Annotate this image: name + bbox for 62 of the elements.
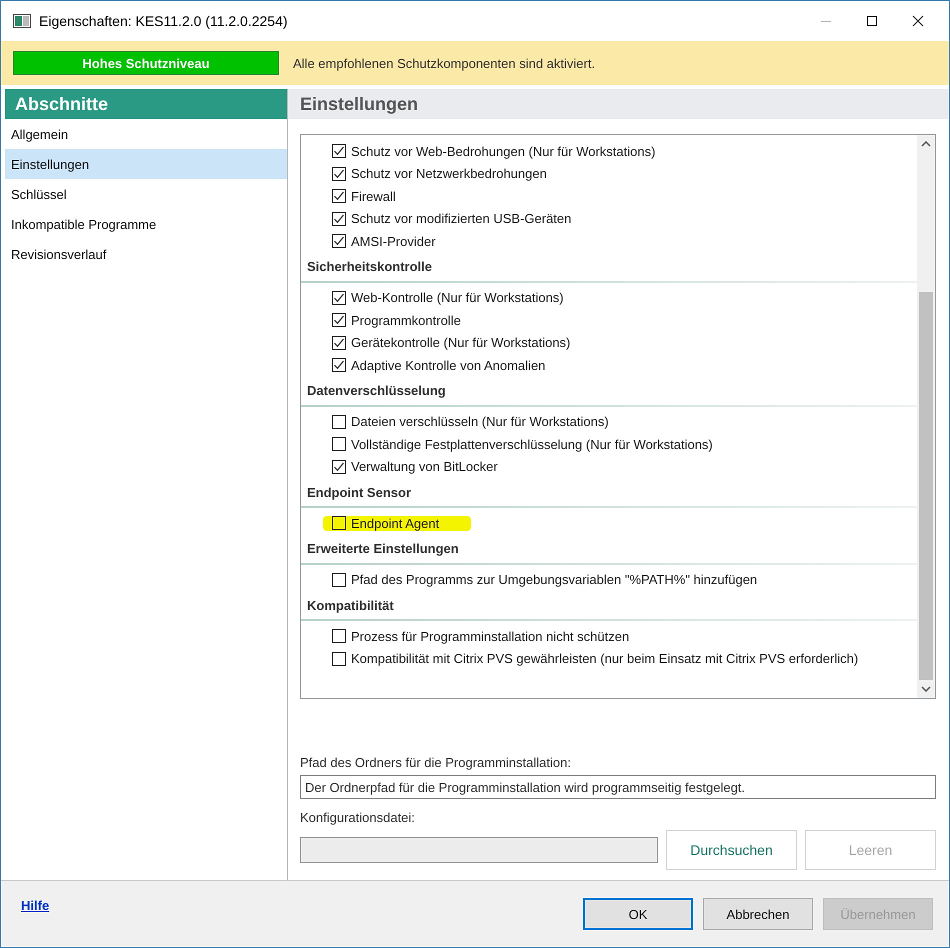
- protection-level-badge: Hohes Schutzniveau: [13, 51, 279, 75]
- checkbox-label: Prozess für Programminstallation nicht schützen: [351, 628, 630, 644]
- group-heading: Datenverschlüsselung: [301, 376, 917, 406]
- maximize-icon[interactable]: [866, 15, 878, 27]
- window-title: Eigenschaften: KES11.2.0 (11.2.0.2254): [39, 13, 289, 29]
- group-heading: Kompatibilität: [301, 591, 917, 621]
- dialog-button[interactable]: OK: [583, 898, 693, 930]
- group-heading: Sicherheitskontrolle: [301, 252, 917, 282]
- checkbox-label: Web-Kontrolle (Nur für Workstations): [351, 290, 565, 306]
- panel-header: Einstellungen: [288, 89, 949, 119]
- dialog-button[interactable]: Abbrechen: [703, 898, 813, 930]
- checkbox-label: Vollständige Festplattenverschlüsselung (Nur für Workstations): [351, 436, 714, 452]
- checkbox-label: Firewall: [351, 188, 397, 204]
- checkbox-label: Gerätekontrolle (Nur für Workstations): [351, 335, 572, 350]
- sidebar-item[interactable]: Schlüssel: [5, 179, 287, 209]
- checkbox[interactable]: [332, 212, 346, 226]
- checkbox[interactable]: [332, 437, 346, 452]
- checkbox[interactable]: [332, 290, 346, 305]
- field-label: Pfad des Ordners für die Programminstallation:: [300, 755, 572, 772]
- status-message: Alle empfohlenen Schutzkomponenten sind aktiviert.: [293, 56, 596, 70]
- sidebar-item[interactable]: Allgemein: [5, 119, 287, 149]
- checkbox-label: Pfad des Programms zur Umgebungsvariablen "%PATH%" hinzufügen: [351, 572, 758, 588]
- scroll-down-icon[interactable]: [921, 686, 931, 692]
- group-heading: Endpoint Sensor: [301, 478, 917, 508]
- sidebar-header: Abschnitte: [5, 89, 287, 119]
- sidebar-item[interactable]: Inkompatible Programme: [5, 209, 287, 239]
- browse-button[interactable]: Durchsuchen: [666, 830, 797, 870]
- checkbox-label: Endpoint Agent: [351, 516, 440, 531]
- checkbox[interactable]: [332, 313, 346, 328]
- checkbox-label: AMSI-Provider: [351, 234, 437, 249]
- sidebar-item[interactable]: Einstellungen: [5, 149, 287, 179]
- close-icon[interactable]: [912, 15, 924, 27]
- checkbox[interactable]: [332, 414, 346, 429]
- field-label: Konfigurationsdatei:: [300, 810, 416, 827]
- checkbox[interactable]: [332, 189, 346, 204]
- checkbox-label: Kompatibilität mit Citrix PVS gewährleisten (nur beim Einsatz mit Citrix PVS erforderlich): [351, 651, 860, 666]
- checkbox[interactable]: [332, 234, 346, 248]
- checkbox-label: Schutz vor Web-Bedrohungen (Nur für Workstations): [351, 144, 656, 159]
- install-path-field[interactable]: Der Ordnerpfad für die Programminstallation wird programmseitig festgelegt.: [300, 775, 936, 799]
- checkbox-label: Programmkontrolle: [351, 312, 462, 328]
- checkbox[interactable]: [332, 166, 346, 181]
- checkbox-label: Dateien verschlüsseln (Nur für Workstations): [351, 414, 610, 430]
- scroll-thumb[interactable]: [919, 292, 933, 680]
- checkbox-label: Schutz vor modifizierten USB-Geräten: [351, 211, 572, 226]
- config-file-field[interactable]: [300, 837, 658, 863]
- checkbox[interactable]: [332, 358, 346, 372]
- help-link[interactable]: Hilfe: [21, 898, 573, 912]
- checkbox[interactable]: [332, 336, 346, 350]
- checkbox[interactable]: [332, 629, 346, 644]
- group-heading: Erweiterte Einstellungen: [301, 534, 917, 564]
- checkbox[interactable]: [332, 144, 346, 158]
- checkbox-label: Verwaltung von BitLocker: [351, 459, 499, 474]
- checkbox[interactable]: [332, 460, 346, 474]
- checkbox[interactable]: [332, 652, 346, 666]
- scrollbar[interactable]: [917, 135, 935, 698]
- checkbox[interactable]: [332, 572, 346, 587]
- checkbox-label: Adaptive Kontrolle von Anomalien: [351, 358, 546, 373]
- checkbox-label: Schutz vor Netzwerkbedrohungen: [351, 166, 548, 182]
- scroll-up-icon[interactable]: [921, 141, 931, 147]
- app-icon: [13, 14, 31, 28]
- sidebar-item[interactable]: Revisionsverlauf: [5, 239, 287, 269]
- checkbox[interactable]: [332, 516, 346, 530]
